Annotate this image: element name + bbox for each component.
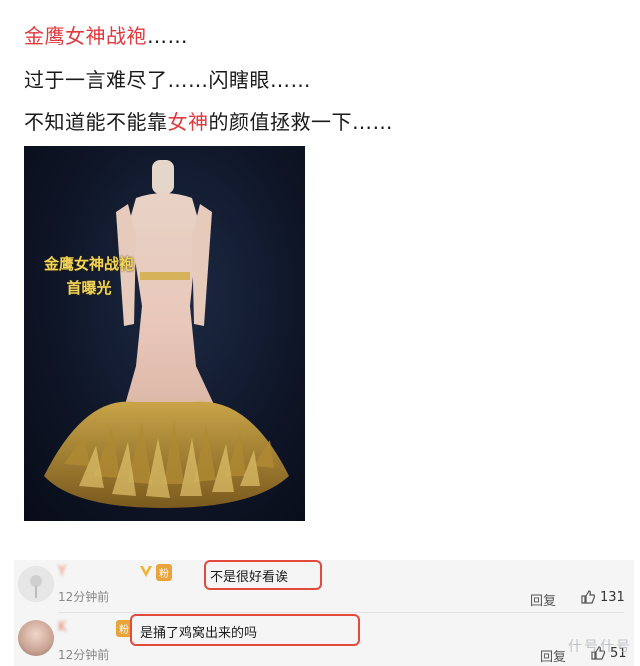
verified-v-icon <box>140 566 152 577</box>
comment-item: K 粉 是捅了鸡窝出来的吗 12分钟前 回复 51 <box>14 614 634 665</box>
post-highlight-goddess: 女神 <box>167 110 209 134</box>
fan-badge: 粉 <box>156 564 172 581</box>
comment-time: 12分钟前 <box>58 590 110 604</box>
highlight-box <box>204 560 322 590</box>
avatar-flower-icon <box>18 566 54 602</box>
photo-caption: 金鹰女神战袍 首曝光 <box>44 252 134 300</box>
highlight-box <box>130 614 360 646</box>
post-line-3-end: 的颜值拯救一下…… <box>208 110 393 134</box>
gown-photo[interactable]: 金鹰女神战袍 首曝光 <box>24 146 305 521</box>
post-line-1: 金鹰女神战袍…… <box>24 20 188 49</box>
post-highlight-title: 金鹰女神战袍 <box>24 24 147 48</box>
comment-section: Y 粉 不是很好看诶 12分钟前 回复 131 K 粉 是捅了鸡窝出来的吗 12… <box>14 560 634 666</box>
like-count: 131 <box>600 589 625 605</box>
avatar[interactable] <box>18 566 54 602</box>
reply-button[interactable]: 回复 <box>540 646 566 665</box>
commenter-name[interactable]: K <box>58 620 68 635</box>
watermark: 什号什号 <box>568 639 632 655</box>
avatar[interactable] <box>18 620 54 656</box>
reply-button[interactable]: 回复 <box>530 590 556 609</box>
comment-divider <box>58 612 624 613</box>
photo-caption-line-1: 金鹰女神战袍 <box>44 255 135 273</box>
post-line-3-start: 不知道能不能靠 <box>24 110 168 134</box>
like-button[interactable]: 131 <box>580 589 625 605</box>
comment-item: Y 粉 不是很好看诶 12分钟前 回复 131 <box>14 560 634 613</box>
photo-caption-line-2: 首曝光 <box>66 279 112 297</box>
comment-time: 12分钟前 <box>58 648 110 662</box>
post-line-2: 过于一言难尽了……闪瞎眼…… <box>24 68 311 92</box>
gown-illustration <box>44 160 289 508</box>
thumbs-up-icon <box>581 590 596 604</box>
post-ellipsis: …… <box>147 24 188 48</box>
commenter-name[interactable]: Y <box>58 564 67 579</box>
post-line-3: 不知道能不能靠女神的颜值拯救一下…… <box>24 106 393 135</box>
